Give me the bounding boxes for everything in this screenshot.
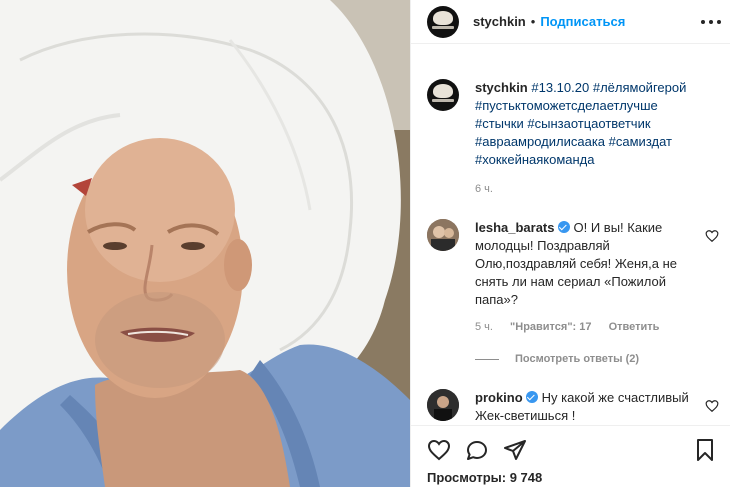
- comment-time[interactable]: 5 ч.: [475, 321, 493, 333]
- hashtag[interactable]: #сынзаотцаответчик: [527, 116, 650, 131]
- comments-section: stychkin #13.10.20 #лёлямойгерой #пустьк…: [411, 45, 730, 425]
- replies-divider: [475, 358, 499, 360]
- video-frame: [0, 0, 410, 487]
- caption-text: stychkin #13.10.20 #лёлямойгерой #пустьк…: [475, 79, 725, 169]
- hashtag[interactable]: #хоккейнаякоманда: [475, 152, 595, 167]
- hashtag[interactable]: #самиздат: [609, 134, 672, 149]
- post-panel: stychkin • Подписаться stychkin #13.10.2…: [410, 0, 730, 487]
- post-header: stychkin • Подписаться: [411, 0, 730, 44]
- author-username[interactable]: stychkin: [473, 14, 526, 29]
- views-number: 9 748: [509, 470, 543, 485]
- hashtag[interactable]: #лёлямойгерой: [593, 80, 687, 95]
- caption-avatar[interactable]: [427, 79, 459, 111]
- action-icons: [427, 438, 717, 464]
- post-actions: Просмотры: 9 748: [411, 425, 730, 487]
- follow-button[interactable]: Подписаться: [540, 14, 625, 29]
- hashtag[interactable]: #13.10.20: [531, 80, 589, 95]
- header-separator: •: [530, 14, 536, 29]
- hashtag[interactable]: #авраамродилисаака: [475, 134, 605, 149]
- author-avatar[interactable]: [427, 5, 459, 38]
- reply-button[interactable]: Ответить: [609, 321, 660, 333]
- save-bookmark-icon[interactable]: [693, 438, 717, 462]
- commenter-avatar[interactable]: [427, 389, 459, 421]
- comment-body: lesha_barats О! И вы! Какие молодцы! Позд…: [475, 219, 700, 309]
- hashtag[interactable]: #пустьктоможетсделаетлучше: [475, 98, 658, 113]
- verified-badge-icon: [525, 391, 538, 403]
- commenter-username[interactable]: prokino: [475, 390, 523, 405]
- commenter-avatar[interactable]: [427, 219, 459, 251]
- comment-bubble-icon[interactable]: [465, 438, 489, 462]
- like-heart-icon[interactable]: [427, 438, 451, 462]
- like-comment-heart-icon[interactable]: [705, 229, 719, 243]
- views-count[interactable]: Просмотры: 9 748: [427, 470, 542, 485]
- view-replies-label: Посмотреть ответы (2): [515, 353, 640, 365]
- share-send-icon[interactable]: [503, 438, 527, 462]
- like-comment-heart-icon[interactable]: [705, 399, 719, 413]
- verified-badge-icon: [557, 221, 570, 233]
- more-options-icon[interactable]: [701, 12, 721, 32]
- hashtag[interactable]: #стычки: [475, 116, 524, 131]
- comment-body: prokino Ну какой же счастливый Жек-светиш…: [475, 389, 700, 425]
- commenter-username[interactable]: lesha_barats: [475, 220, 555, 235]
- caption-time[interactable]: 6 ч.: [475, 183, 493, 195]
- comment-likes[interactable]: "Нравится": 17: [510, 321, 591, 333]
- view-replies-button[interactable]: Посмотреть ответы (2): [475, 353, 639, 365]
- post-video[interactable]: [0, 0, 410, 487]
- caption-username[interactable]: stychkin: [475, 80, 528, 95]
- views-label: Просмотры:: [427, 470, 507, 485]
- comment-meta: 5 ч. "Нравится": 17 Ответить: [475, 321, 673, 333]
